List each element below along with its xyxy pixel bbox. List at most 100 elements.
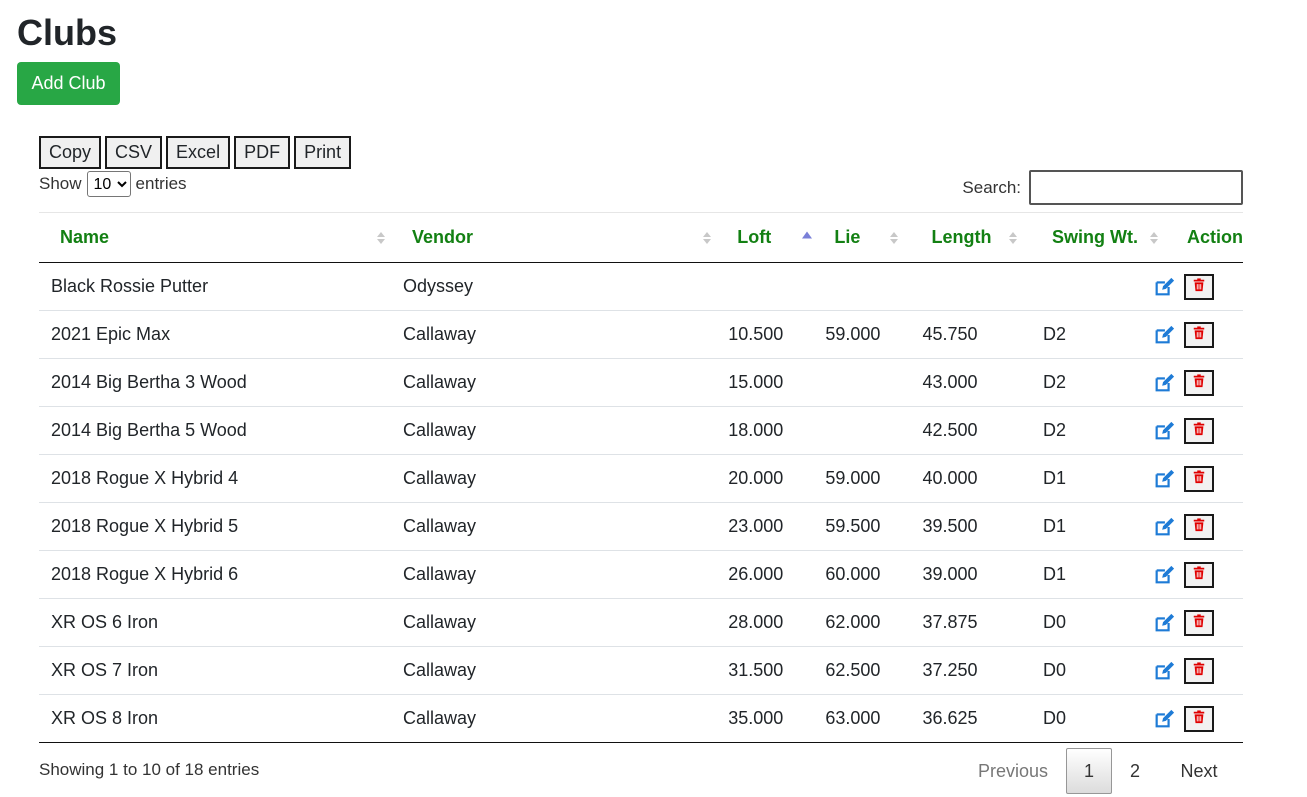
edit-icon[interactable]	[1153, 420, 1175, 442]
delete-button[interactable]	[1184, 705, 1214, 732]
delete-button[interactable]	[1184, 609, 1214, 636]
page-title: Clubs	[17, 12, 118, 53]
search-input[interactable]	[1029, 170, 1243, 205]
edit-icon[interactable]	[1153, 660, 1175, 682]
column-header-length[interactable]: Length	[905, 212, 1025, 263]
copy-button[interactable]: Copy	[39, 136, 102, 169]
edit-icon[interactable]	[1153, 612, 1175, 634]
cell-action	[1155, 599, 1243, 647]
edit-icon[interactable]	[1153, 372, 1175, 394]
cell-action	[1155, 503, 1243, 551]
cell-vendor: Odyssey	[402, 276, 474, 296]
cell-swing-wt: D0	[1043, 708, 1067, 728]
cell-length: 36.625	[922, 708, 978, 728]
cell-loft: 23.000	[728, 516, 784, 536]
cell-swing-wt: D2	[1043, 372, 1067, 392]
print-button[interactable]: Print	[294, 136, 352, 169]
entries-select[interactable]: 10	[86, 171, 131, 197]
cell-loft: 15.000	[728, 372, 784, 392]
cell-loft: 31.500	[728, 660, 784, 680]
edit-icon[interactable]	[1153, 276, 1175, 298]
trash-icon	[1192, 614, 1206, 631]
cell-swing-wt: D0	[1043, 612, 1067, 632]
table-row: 2021 Epic Max Callaway 10.500 59.000 45.750 D…	[39, 311, 1243, 359]
column-header-lie[interactable]: Lie	[808, 212, 906, 263]
cell-lie: 62.000	[825, 612, 881, 632]
delete-button[interactable]	[1184, 561, 1214, 588]
delete-button[interactable]	[1184, 417, 1214, 444]
add-club-button[interactable]: Add Club	[17, 62, 120, 105]
cell-swing-wt	[1025, 263, 1169, 311]
cell-action	[1155, 695, 1243, 743]
cell-lie	[808, 407, 905, 455]
page-1-button[interactable]: 1	[1066, 748, 1112, 794]
delete-button[interactable]	[1184, 273, 1214, 300]
edit-icon[interactable]	[1153, 468, 1175, 490]
column-header-name[interactable]: Name	[39, 212, 391, 263]
table-row: XR OS 6 Iron Callaway 28.000 62.000 37.875 D0	[39, 599, 1243, 647]
sort-icon	[1150, 231, 1158, 244]
sort-icon	[703, 231, 712, 244]
cell-action	[1155, 647, 1243, 695]
sort-icon	[376, 231, 385, 244]
cell-lie: 59.000	[825, 324, 881, 344]
show-label: Show	[39, 174, 82, 193]
excel-button[interactable]: Excel	[166, 136, 231, 169]
cell-action	[1155, 311, 1243, 359]
cell-name: Black Rossie Putter	[51, 276, 209, 296]
table-row: 2014 Big Bertha 3 Wood Callaway 15.000 43.0…	[39, 359, 1243, 407]
column-header-swing-wt[interactable]: Swing Wt.	[1025, 212, 1169, 263]
edit-icon[interactable]	[1153, 564, 1175, 586]
cell-name: XR OS 7 Iron	[51, 660, 159, 680]
table-info: Showing 1 to 10 of 18 entries	[39, 760, 260, 779]
cell-lie	[808, 263, 905, 311]
search-label: Search:	[962, 177, 1021, 197]
cell-loft: 20.000	[728, 468, 784, 488]
cell-loft: 18.000	[728, 420, 784, 440]
previous-page-button[interactable]: Previous	[960, 748, 1066, 794]
edit-icon[interactable]	[1153, 516, 1175, 538]
table-row: 2014 Big Bertha 5 Wood Callaway 18.000 42.5…	[39, 407, 1243, 455]
trash-icon	[1192, 518, 1206, 535]
next-page-button[interactable]: Next	[1158, 748, 1240, 794]
cell-loft: 35.000	[728, 708, 784, 728]
cell-lie: 63.000	[825, 708, 881, 728]
cell-lie: 59.500	[825, 516, 881, 536]
entries-length-control: Show 10 entries	[39, 171, 187, 197]
edit-icon[interactable]	[1153, 324, 1175, 346]
column-header-loft[interactable]: Loft	[711, 212, 813, 263]
cell-lie: 62.500	[825, 660, 881, 680]
column-header-vendor[interactable]: Vendor	[390, 212, 712, 263]
cell-vendor: Callaway	[402, 564, 477, 584]
csv-button[interactable]: CSV	[105, 136, 163, 169]
page-2-button[interactable]: 2	[1112, 748, 1158, 794]
cell-name: 2018 Rogue X Hybrid 5	[51, 516, 239, 536]
delete-button[interactable]	[1184, 321, 1214, 348]
trash-icon	[1192, 278, 1206, 295]
cell-action	[1155, 455, 1243, 503]
table-row: XR OS 8 Iron Callaway 35.000 63.000 36.625 D0	[39, 695, 1243, 743]
cell-length: 40.000	[922, 468, 978, 488]
delete-button[interactable]	[1184, 369, 1214, 396]
cell-loft: 26.000	[728, 564, 784, 584]
pdf-button[interactable]: PDF	[234, 136, 291, 169]
cell-swing-wt: D2	[1043, 324, 1067, 344]
cell-name: 2014 Big Bertha 5 Wood	[51, 420, 247, 440]
edit-icon[interactable]	[1153, 708, 1175, 730]
cell-length: 39.500	[922, 516, 978, 536]
export-buttons: Copy CSV Excel PDF Print	[39, 136, 352, 169]
column-header-label: Loft	[737, 227, 772, 247]
table-row: XR OS 7 Iron Callaway 31.500 62.500 37.250 D0	[39, 647, 1243, 695]
column-header-label: Vendor	[411, 227, 473, 247]
trash-icon	[1192, 470, 1206, 487]
cell-name: 2014 Big Bertha 3 Wood	[51, 372, 247, 392]
cell-vendor: Callaway	[402, 708, 477, 728]
cell-length: 43.000	[922, 372, 978, 392]
clubs-table: Name Vendor Loft Lie Length Swing Wt. Ac…	[39, 212, 1243, 743]
cell-vendor: Callaway	[402, 324, 477, 344]
trash-icon	[1192, 662, 1206, 679]
delete-button[interactable]	[1184, 657, 1214, 684]
cell-swing-wt: D2	[1043, 420, 1067, 440]
delete-button[interactable]	[1184, 465, 1214, 492]
delete-button[interactable]	[1184, 513, 1214, 540]
